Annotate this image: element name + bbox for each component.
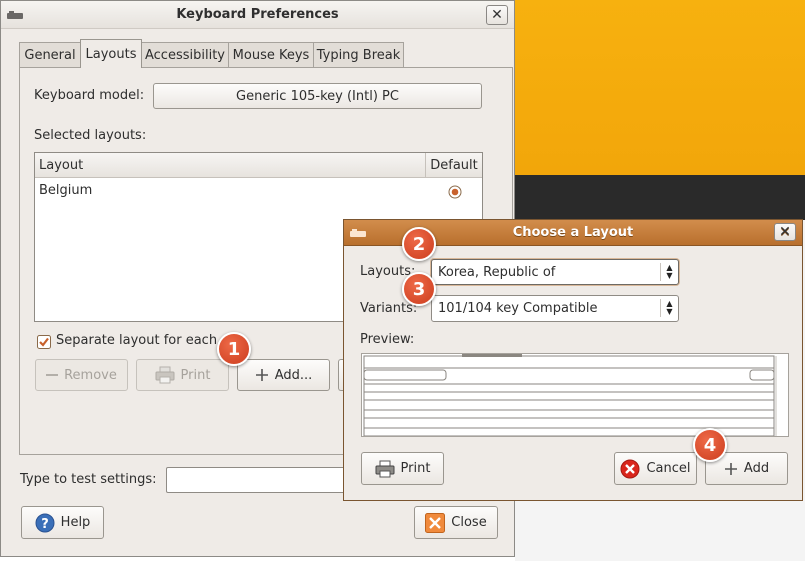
keyboard-preview xyxy=(361,353,789,437)
column-header-label: Layout xyxy=(39,157,84,173)
button-label: Print xyxy=(400,461,431,476)
badge-number: 2 xyxy=(412,233,426,255)
button-label: Add... xyxy=(274,367,313,383)
plus-icon xyxy=(255,369,268,381)
badge-number: 1 xyxy=(227,338,241,360)
type-to-test-label: Type to test settings: xyxy=(20,472,157,487)
keyboard-model-label: Keyboard model: xyxy=(34,88,145,103)
remove-button[interactable]: Remove xyxy=(35,359,128,391)
preview-label: Preview: xyxy=(360,332,415,347)
help-button[interactable]: ? Help xyxy=(21,506,104,539)
badge-number: 4 xyxy=(703,434,717,456)
button-label: Cancel xyxy=(646,461,691,476)
button-label: Help xyxy=(60,515,91,530)
button-label: Close xyxy=(451,515,487,530)
window-title: Keyboard Preferences xyxy=(176,7,339,22)
tab-label: General xyxy=(24,47,76,63)
window-menu-icon[interactable] xyxy=(7,10,23,20)
keyboard-preview-drawing xyxy=(363,354,777,436)
print-button[interactable]: Print xyxy=(361,452,444,485)
add-layout-button[interactable]: Add... xyxy=(237,359,330,391)
checkbox-label: Separate layout for each xyxy=(56,333,218,348)
printer-icon xyxy=(155,366,175,384)
close-dialog-button[interactable]: ✕ xyxy=(774,223,796,241)
tab-general[interactable]: General xyxy=(19,42,81,67)
variants-combo[interactable]: 101/104 key Compatible ▲ ▼ xyxy=(431,295,679,322)
layouts-combo[interactable]: Korea, Republic of ▲ ▼ xyxy=(431,259,679,285)
combo-value: Korea, Republic of xyxy=(438,264,556,280)
dialog-title: Choose a Layout xyxy=(512,225,634,240)
close-x-icon xyxy=(425,512,446,533)
tab-layouts[interactable]: Layouts xyxy=(80,39,142,68)
close-icon: ✕ xyxy=(491,7,503,23)
layout-cell: Belgium xyxy=(39,183,93,198)
help-icon: ? xyxy=(35,513,55,532)
keyboard-model-value: Generic 105-key (Intl) PC xyxy=(236,88,399,104)
button-label: Add xyxy=(743,461,770,476)
tab-accessibility[interactable]: Accessibility xyxy=(141,42,229,67)
tab-typing-break[interactable]: Typing Break xyxy=(313,42,404,67)
callout-badge-4: 4 xyxy=(693,428,727,462)
desktop-wallpaper xyxy=(515,0,805,175)
combo-arrows-icon: ▲ ▼ xyxy=(660,299,674,317)
minus-icon xyxy=(46,374,59,376)
selected-layouts-label: Selected layouts: xyxy=(34,128,147,143)
title-bar[interactable]: Keyboard Preferences ✕ xyxy=(1,1,514,29)
button-label: Remove xyxy=(64,367,117,383)
choose-layout-dialog: Choose a Layout ✕ Layouts: Korea, Republ… xyxy=(343,219,803,501)
tab-label: Accessibility xyxy=(145,47,225,63)
tab-label: Layouts xyxy=(85,46,137,62)
callout-badge-3: 3 xyxy=(402,272,436,306)
badge-number: 3 xyxy=(412,278,426,300)
keyboard-model-button[interactable]: Generic 105-key (Intl) PC xyxy=(153,83,482,109)
column-header-layout[interactable]: Layout xyxy=(35,153,426,178)
column-header-label: Default xyxy=(430,157,478,173)
default-radio-icon[interactable] xyxy=(448,185,462,199)
close-icon: ✕ xyxy=(779,224,791,240)
close-button[interactable]: Close xyxy=(414,506,498,539)
checkbox-checked-icon xyxy=(37,335,51,349)
callout-badge-2: 2 xyxy=(402,227,436,261)
test-settings-input[interactable] xyxy=(166,467,366,493)
tab-label: Typing Break xyxy=(316,47,401,63)
cancel-button[interactable]: Cancel xyxy=(614,452,697,485)
tab-mouse-keys[interactable]: Mouse Keys xyxy=(228,42,314,67)
cancel-icon xyxy=(620,459,640,478)
table-row[interactable]: Belgium xyxy=(35,180,482,202)
combo-value: 101/104 key Compatible xyxy=(438,301,598,316)
variants-label: Variants: xyxy=(360,301,418,316)
svg-text:?: ? xyxy=(41,517,49,532)
tab-label: Mouse Keys xyxy=(232,47,310,63)
window-menu-icon[interactable] xyxy=(350,228,366,238)
column-header-default[interactable]: Default xyxy=(426,153,482,178)
combo-arrows-icon: ▲ ▼ xyxy=(660,263,674,281)
printer-icon xyxy=(375,460,395,477)
close-window-button[interactable]: ✕ xyxy=(486,5,508,25)
desktop-panel-strip xyxy=(515,175,805,220)
plus-icon xyxy=(724,462,737,475)
callout-badge-1: 1 xyxy=(217,332,251,366)
print-button-disabled[interactable]: Print xyxy=(136,359,229,391)
button-label: Print xyxy=(180,367,211,383)
